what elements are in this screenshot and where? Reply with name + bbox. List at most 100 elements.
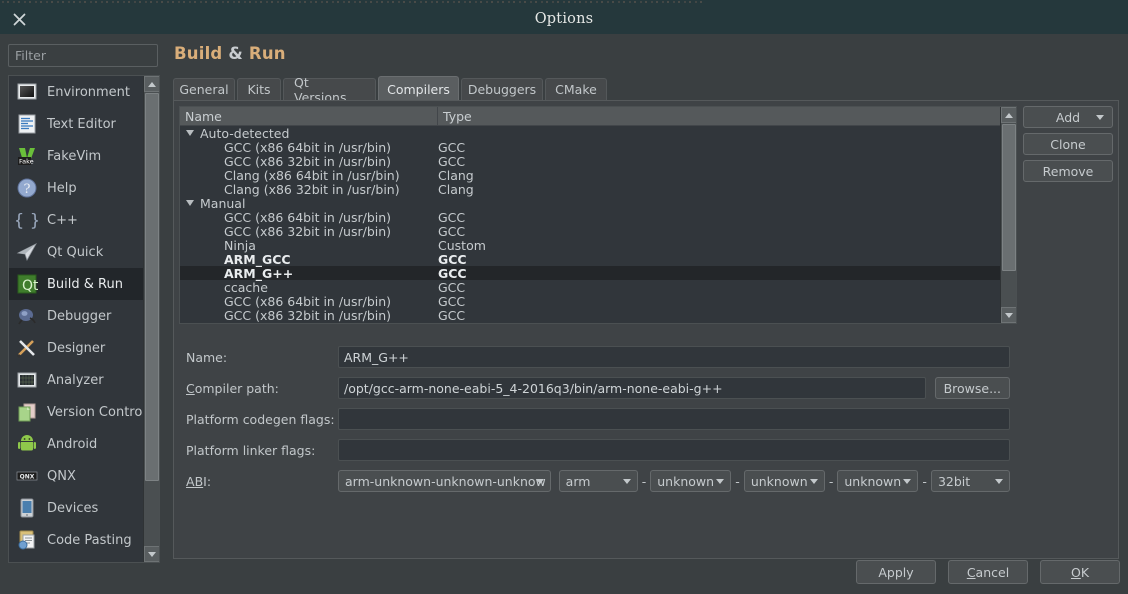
add-button-label: Add bbox=[1055, 109, 1081, 125]
tree-scrollbar[interactable] bbox=[1000, 107, 1016, 323]
table-row[interactable]: Clang (x86 64bit in /usr/bin) Clang bbox=[180, 167, 1016, 183]
scroll-up-icon[interactable] bbox=[1001, 107, 1016, 123]
table-row[interactable]: GCC (x86 64bit in /usr/bin) GCC bbox=[180, 210, 1016, 225]
tree-group-label: Manual bbox=[200, 195, 246, 211]
name-value: ARM_G++ bbox=[344, 349, 409, 365]
designer-icon bbox=[16, 337, 38, 359]
sidebar-item-label: Android bbox=[47, 436, 98, 452]
title-bar: Options bbox=[0, 4, 1128, 34]
column-header-name[interactable]: Name bbox=[180, 107, 438, 125]
cell-type: Clang bbox=[438, 167, 474, 183]
sidebar-item-devices[interactable]: Devices bbox=[9, 492, 143, 524]
apply-button[interactable]: Apply bbox=[856, 560, 936, 584]
table-row[interactable]: GCC (x86 32bit in /usr/bin) GCC bbox=[180, 307, 1016, 323]
tree-group-manual[interactable]: Manual bbox=[180, 195, 1016, 211]
table-row[interactable]: ccache GCC bbox=[180, 279, 1016, 295]
page-title: Build & Run bbox=[174, 44, 286, 63]
environment-icon bbox=[16, 81, 38, 103]
table-row[interactable]: GCC (x86 64bit in /usr/bin) GCC bbox=[180, 294, 1016, 309]
ok-button[interactable]: OK bbox=[1040, 560, 1120, 584]
chevron-down-icon bbox=[903, 479, 912, 484]
sidebar-item-android[interactable]: Android bbox=[9, 428, 143, 460]
scroll-up-icon[interactable] bbox=[144, 76, 159, 92]
abi-architecture-select[interactable]: arm bbox=[558, 470, 638, 492]
sidebar-item-debugger[interactable]: Debugger bbox=[9, 300, 143, 332]
sidebar-item-help[interactable]: ? Help bbox=[9, 172, 143, 204]
clone-button[interactable]: Clone bbox=[1023, 133, 1113, 155]
column-header-type[interactable]: Type bbox=[438, 107, 1016, 125]
cell-name: GCC (x86 32bit in /usr/bin) bbox=[224, 307, 392, 323]
build-run-icon: Qt bbox=[16, 273, 39, 295]
cell-type: GCC bbox=[438, 251, 467, 267]
sidebar-item-version-control[interactable]: Version Control bbox=[9, 396, 146, 428]
cancel-button[interactable]: Cancel bbox=[948, 560, 1028, 584]
sidebar-item-build-and-run[interactable]: Qt Build & Run bbox=[9, 268, 143, 300]
sidebar-item-qt-quick[interactable]: Qt Quick bbox=[9, 236, 143, 268]
tab-general[interactable]: General bbox=[173, 78, 235, 100]
tab-debuggers[interactable]: Debuggers bbox=[461, 78, 543, 100]
sidebar-item-designer[interactable]: Designer bbox=[9, 332, 143, 364]
fakevim-icon: Fake bbox=[16, 145, 38, 167]
sidebar-item-environment[interactable]: Environment bbox=[9, 76, 143, 108]
tab-label: Compilers bbox=[387, 81, 450, 97]
cell-type: GCC bbox=[438, 265, 467, 281]
abi-word-width-select[interactable]: 32bit bbox=[930, 470, 1011, 492]
tab-kits[interactable]: Kits bbox=[237, 78, 281, 100]
cpp-icon: { } bbox=[13, 209, 40, 231]
linker-flags-input[interactable] bbox=[338, 439, 1010, 461]
sidebar-item-cpp[interactable]: { } C++ bbox=[9, 204, 143, 236]
remove-button[interactable]: Remove bbox=[1023, 160, 1113, 182]
tab-qt-versions[interactable]: Qt Versions bbox=[283, 75, 376, 105]
scroll-down-icon[interactable] bbox=[1001, 307, 1016, 323]
sidebar-item-analyzer[interactable]: Analyzer bbox=[9, 364, 143, 396]
qt-quick-icon bbox=[16, 241, 38, 263]
compiler-path-input[interactable]: /opt/gcc-arm-none-eabi-5_4-2016q3/bin/ar… bbox=[338, 377, 926, 399]
chevron-down-icon[interactable] bbox=[186, 130, 194, 136]
form-row-compiler-path: Compiler path: /opt/gcc-arm-none-eabi-5_… bbox=[186, 377, 1010, 399]
tab-cmake[interactable]: CMake bbox=[545, 78, 607, 100]
category-list-scrollbar[interactable] bbox=[143, 76, 159, 562]
browse-button[interactable]: Browse... bbox=[934, 377, 1010, 399]
scroll-down-icon[interactable] bbox=[144, 546, 159, 562]
abi-os-select[interactable]: unknown bbox=[650, 470, 732, 492]
compiler-path-value: /opt/gcc-arm-none-eabi-5_4-2016q3/bin/ar… bbox=[344, 380, 723, 396]
sidebar-item-fakevim[interactable]: Fake FakeVim bbox=[9, 140, 143, 172]
cell-type: GCC bbox=[438, 279, 466, 295]
sidebar-item-code-pasting[interactable]: Code Pasting bbox=[9, 524, 143, 556]
category-pane: Filter Environment Text Editor Fake Fake… bbox=[8, 44, 160, 563]
abi-binary-format-select[interactable]: unknown bbox=[837, 470, 919, 492]
table-row[interactable]: GCC (x86 32bit in /usr/bin) GCC bbox=[180, 223, 1016, 239]
scrollbar-thumb[interactable] bbox=[1002, 124, 1016, 271]
version-control-icon bbox=[16, 401, 38, 423]
compiler-detail-form: Name: ARM_G++ Compiler path: /opt/gcc-ar… bbox=[186, 346, 1011, 501]
table-row-selected[interactable]: ARM_G++ GCC bbox=[180, 265, 1016, 281]
abi-full-select[interactable]: arm-unknown-unknown-unknow bbox=[338, 470, 551, 492]
sidebar-item-qnx[interactable]: QNX QNX bbox=[9, 460, 143, 492]
close-icon[interactable] bbox=[4, 4, 34, 34]
codegen-flags-input[interactable] bbox=[338, 408, 1010, 430]
category-list-items: Environment Text Editor Fake FakeVim ? H… bbox=[9, 76, 146, 562]
tab-compilers[interactable]: Compilers bbox=[378, 76, 459, 101]
chevron-down-icon[interactable] bbox=[186, 200, 194, 206]
filter-input[interactable]: Filter bbox=[8, 44, 158, 67]
tab-label: Debuggers bbox=[467, 82, 537, 97]
cell-type: GCC bbox=[438, 307, 466, 323]
scrollbar-thumb[interactable] bbox=[145, 93, 159, 481]
name-input[interactable]: ARM_G++ bbox=[338, 346, 1010, 368]
table-row[interactable]: GCC (x86 32bit in /usr/bin) GCC bbox=[180, 154, 1016, 169]
add-button[interactable]: Add bbox=[1023, 106, 1113, 128]
window-title: Options bbox=[534, 11, 594, 27]
table-row[interactable]: Clang (x86 32bit in /usr/bin) Clang bbox=[180, 182, 1016, 197]
table-row[interactable]: GCC (x86 64bit in /usr/bin) GCC bbox=[180, 140, 1016, 155]
tab-label: General bbox=[179, 82, 229, 97]
sidebar-item-label: Code Pasting bbox=[47, 532, 132, 548]
android-icon bbox=[16, 433, 38, 455]
tree-group-auto-detected[interactable]: Auto-detected bbox=[180, 126, 1016, 141]
table-row[interactable]: Ninja Custom bbox=[180, 238, 1016, 253]
table-row[interactable]: ARM_GCC GCC bbox=[180, 251, 1016, 267]
sidebar-item-text-editor[interactable]: Text Editor bbox=[9, 108, 143, 140]
sidebar-item-label: Analyzer bbox=[47, 372, 104, 388]
cell-name: GCC (x86 32bit in /usr/bin) bbox=[224, 223, 392, 239]
compilers-tree[interactable]: Name Type Auto-detected GCC (x86 64bit i… bbox=[179, 106, 1017, 324]
abi-os-flavor-select[interactable]: unknown bbox=[743, 470, 825, 492]
